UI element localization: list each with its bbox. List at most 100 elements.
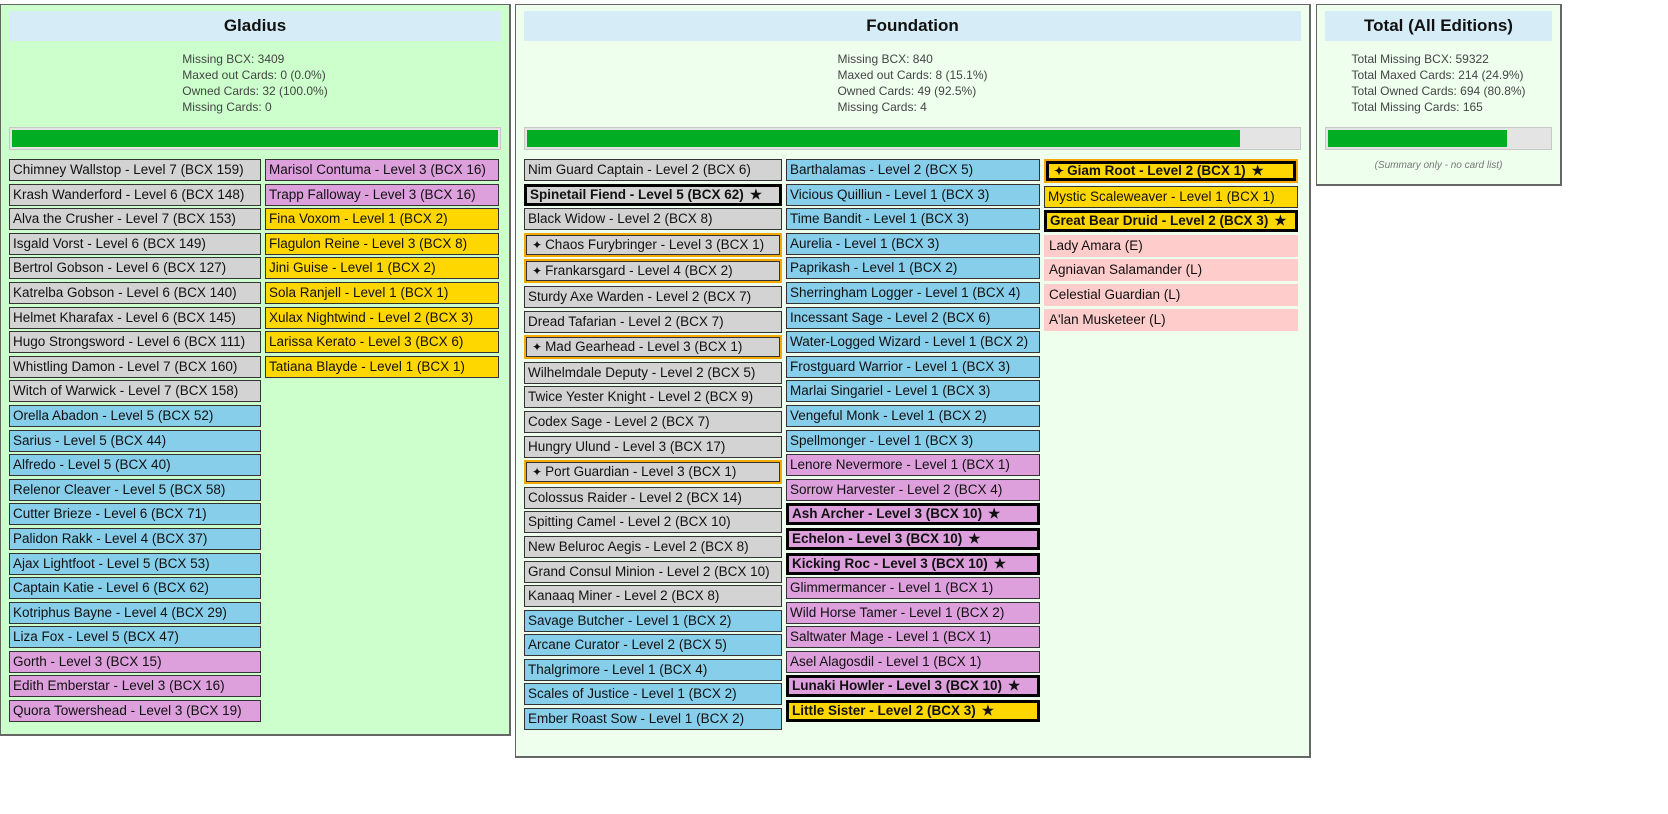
card-label: Little Sister - Level 2 (BCX 3): [792, 703, 976, 719]
card-label: Sherringham Logger - Level 1 (BCX 4): [790, 284, 1021, 300]
card-label: Wilhelmdale Deputy - Level 2 (BCX 5): [528, 364, 756, 380]
card-item: Aurelia - Level 1 (BCX 3): [786, 232, 1040, 255]
card-item: Bertrol Gobson - Level 6 (BCX 127): [9, 257, 261, 280]
panel-stats: Total Missing BCX: 59322 Total Maxed Car…: [1351, 51, 1525, 115]
panel-title: Foundation: [524, 11, 1301, 41]
card-label: Chimney Wallstop - Level 7 (BCX 159): [13, 162, 244, 177]
card-item: Arcane Curator - Level 2 (BCX 5): [524, 634, 782, 657]
card-label: Gorth - Level 3 (BCX 15): [13, 653, 162, 669]
card-item: Vengeful Monk - Level 1 (BCX 2): [786, 404, 1040, 427]
card-item: Saltwater Mage - Level 1 (BCX 1): [786, 626, 1040, 649]
total-panel: Total (All Editions) Total Missing BCX: …: [1316, 4, 1562, 186]
card-label: New Beluroc Aegis - Level 2 (BCX 8): [528, 538, 749, 554]
card-label: Katrelba Gobson - Level 6 (BCX 140): [13, 284, 237, 300]
card-label: Asel Alagosdil - Level 1 (BCX 1): [790, 653, 982, 669]
card-label: Frankarsgard - Level 4 (BCX 2): [545, 263, 733, 279]
card-label: Witch of Warwick - Level 7 (BCX 158): [13, 383, 239, 399]
card-item: Ember Roast Sow - Level 1 (BCX 2): [524, 708, 782, 731]
card-item: Spinetail Fiend - Level 5 (BCX 62) ★: [524, 183, 782, 206]
card-item: Grand Consul Minion - Level 2 (BCX 10): [524, 560, 782, 583]
card-label: Xulax Nightwind - Level 2 (BCX 3): [269, 309, 474, 325]
card-label: Water-Logged Wizard - Level 1 (BCX 2): [790, 334, 1029, 350]
card-label: Frostguard Warrior - Level 1 (BCX 3): [790, 358, 1011, 374]
card-label: Agniavan Salamander (L): [1049, 262, 1203, 278]
sparkle-icon: ✦: [1054, 164, 1065, 178]
card-item: Little Sister - Level 2 (BCX 3) ★: [786, 700, 1040, 723]
sparkle-icon: ✦: [532, 264, 543, 279]
stat-line: Owned Cards: 49 (92.5%): [837, 84, 977, 98]
card-label: Savage Butcher - Level 1 (BCX 2): [528, 612, 732, 628]
card-label: Sorrow Harvester - Level 2 (BCX 4): [790, 481, 1003, 497]
card-item: Echelon - Level 3 (BCX 10) ★: [786, 527, 1040, 550]
card-label: Grand Consul Minion - Level 2 (BCX 10): [528, 563, 770, 579]
card-item: Spitting Camel - Level 2 (BCX 10): [524, 511, 782, 534]
card-label: Kanaaq Miner - Level 2 (BCX 8): [528, 588, 720, 604]
card-item: Kotriphus Bayne - Level 4 (BCX 29): [9, 601, 261, 624]
card-item: New Beluroc Aegis - Level 2 (BCX 8): [524, 535, 782, 558]
card-label: Chaos Furybringer - Level 3 (BCX 1): [545, 236, 765, 252]
progress-bar: [1325, 127, 1552, 150]
card-item: Nim Guard Captain - Level 2 (BCX 6): [524, 159, 782, 181]
card-item: Krash Wanderford - Level 6 (BCX 148): [9, 183, 261, 206]
card-item: Witch of Warwick - Level 7 (BCX 158): [9, 380, 261, 403]
card-label: Larissa Kerato - Level 3 (BCX 6): [269, 334, 464, 350]
card-label: Kicking Roc - Level 3 (BCX 10): [792, 555, 988, 571]
card-item: Fina Voxom - Level 1 (BCX 2): [265, 208, 499, 231]
card-item: Scales of Justice - Level 1 (BCX 2): [524, 683, 782, 706]
card-label: Fina Voxom - Level 1 (BCX 2): [269, 211, 448, 227]
card-label: Flagulon Reine - Level 3 (BCX 8): [269, 235, 468, 251]
missing-card-item: Celestial Guardian (L): [1044, 283, 1298, 306]
card-label: Thalgrimore - Level 1 (BCX 4): [528, 661, 708, 677]
card-item: Hugo Strongsword - Level 6 (BCX 111): [9, 331, 261, 354]
star-icon: ★: [749, 186, 762, 202]
card-item: Asel Alagosdil - Level 1 (BCX 1): [786, 650, 1040, 673]
card-label: Whistling Damon - Level 7 (BCX 160): [13, 358, 238, 374]
missing-card-item: A'lan Musketeer (L): [1044, 308, 1298, 331]
card-item: Alva the Crusher - Level 7 (BCX 153): [9, 208, 261, 231]
card-label: Cutter Brieze - Level 6 (BCX 71): [13, 506, 207, 522]
card-column: Nim Guard Captain - Level 2 (BCX 6) Spine…: [524, 159, 782, 731]
card-item: Relenor Cleaver - Level 5 (BCX 58): [9, 478, 261, 501]
progress-fill: [527, 130, 1241, 147]
card-label: Kotriphus Bayne - Level 4 (BCX 29): [13, 604, 227, 620]
card-label: A'lan Musketeer (L): [1049, 311, 1166, 327]
card-item: Palidon Rakk - Level 4 (BCX 37): [9, 527, 261, 550]
card-label: Krash Wanderford - Level 6 (BCX 148): [13, 186, 245, 202]
stat-line: Maxed out Cards: 0 (0.0%): [182, 68, 326, 82]
card-item: Tatiana Blayde - Level 1 (BCX 1): [265, 355, 499, 378]
card-item: Edith Emberstar - Level 3 (BCX 16): [9, 675, 261, 698]
card-item: Wilhelmdale Deputy - Level 2 (BCX 5): [524, 361, 782, 384]
card-label: Scales of Justice - Level 1 (BCX 2): [528, 686, 737, 702]
card-label: Vengeful Monk - Level 1 (BCX 2): [790, 407, 987, 423]
progress-bar: [524, 127, 1301, 150]
card-label: Aurelia - Level 1 (BCX 3): [790, 235, 940, 251]
star-icon: ★: [1008, 678, 1021, 694]
card-label: Orella Abadon - Level 5 (BCX 52): [13, 407, 214, 423]
card-label: Alfredo - Level 5 (BCX 40): [13, 457, 171, 473]
card-item: Marlai Singariel - Level 1 (BCX 3): [786, 380, 1040, 403]
sparkle-icon: ✦: [532, 465, 543, 480]
sparkle-icon: ✦: [532, 237, 543, 252]
card-item: Dread Tafarian - Level 2 (BCX 7): [524, 310, 782, 333]
card-item: Ash Archer - Level 3 (BCX 10) ★: [786, 503, 1040, 526]
stat-line: Total Owned Cards: 694 (80.8%): [1351, 84, 1526, 98]
card-label: Helmet Kharafax - Level 6 (BCX 145): [13, 309, 236, 325]
star-icon: ★: [988, 506, 1001, 522]
stat-line: Total Missing BCX: 59322: [1351, 52, 1489, 66]
card-item: Jini Guise - Level 1 (BCX 2): [265, 257, 499, 280]
card-item: ✦ Frankarsgard - Level 4 (BCX 2): [526, 261, 780, 282]
card-label: Ajax Lightfoot - Level 5 (BCX 53): [13, 555, 210, 571]
card-item: Sherringham Logger - Level 1 (BCX 4): [786, 281, 1040, 304]
panel-stats: Missing BCX: 840 Maxed out Cards: 8 (15.…: [837, 51, 987, 115]
card-label: Glimmermancer - Level 1 (BCX 1): [790, 580, 994, 596]
star-icon: ★: [981, 703, 994, 719]
progress-fill: [12, 130, 498, 147]
card-label: Hungry Ulund - Level 3 (BCX 17): [528, 438, 726, 454]
card-item: Mystic Scaleweaver - Level 1 (BCX 1): [1044, 185, 1298, 208]
card-label: Spinetail Fiend - Level 5 (BCX 62): [530, 186, 744, 202]
card-list: Nim Guard Captain - Level 2 (BCX 6) Spine…: [524, 159, 1301, 731]
card-item: Black Widow - Level 2 (BCX 8): [524, 208, 782, 231]
card-label: Codex Sage - Level 2 (BCX 7): [528, 413, 710, 429]
card-label: Sarius - Level 5 (BCX 44): [13, 432, 167, 448]
card-item: Sola Ranjell - Level 1 (BCX 1): [265, 281, 499, 304]
